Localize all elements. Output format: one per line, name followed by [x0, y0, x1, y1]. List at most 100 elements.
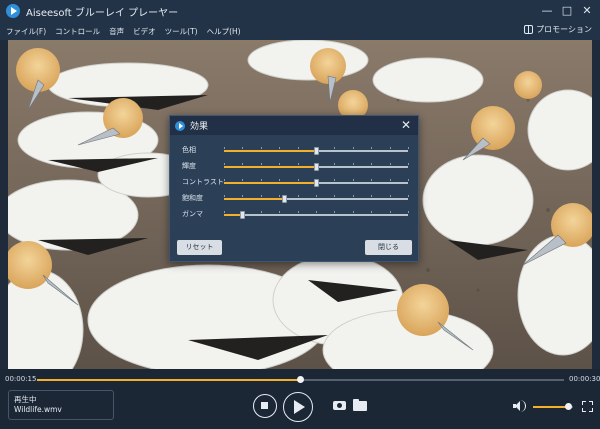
slider-tick — [242, 179, 244, 181]
slider-fill — [224, 182, 316, 184]
menu-file[interactable]: ファイル(F) — [6, 26, 46, 37]
slider-thumb[interactable] — [313, 163, 319, 171]
slider-tick — [334, 147, 336, 149]
effects-dialog-header: 効果 ✕ — [170, 116, 418, 135]
effect-sliders: 色相 輝度 コントラスト 飽和度 ガンマ — [170, 143, 418, 223]
slider-tick — [279, 163, 281, 165]
effects-dialog: 効果 ✕ 色相 輝度 コントラスト 飽和度 ガンマ リセット 閉じる — [169, 115, 419, 262]
slider-fill — [224, 150, 316, 152]
fullscreen-icon[interactable] — [582, 401, 593, 412]
slider-tick — [408, 147, 409, 149]
slider-row-gamma: ガンマ — [170, 207, 418, 223]
slider-tick — [352, 179, 354, 181]
slider-tick — [316, 195, 317, 197]
app-logo-icon — [6, 4, 20, 18]
slider-tick — [224, 163, 225, 165]
menu-video[interactable]: ビデオ — [133, 26, 156, 37]
slider-tick — [334, 195, 336, 197]
slider-tick — [224, 179, 225, 181]
maximize-button[interactable]: □ — [558, 2, 576, 20]
slider-tick — [371, 147, 373, 149]
slider-tick — [408, 211, 409, 213]
camera-icon[interactable] — [333, 401, 346, 410]
slider-tick — [371, 195, 373, 197]
slider-tick — [224, 211, 225, 213]
slider-label: ガンマ — [182, 210, 203, 218]
menu-control[interactable]: コントロール — [55, 26, 100, 37]
slider-tick — [371, 163, 373, 165]
playback-state: 再生中 — [14, 395, 37, 404]
slider-label: 飽和度 — [182, 194, 203, 202]
seek-bar[interactable] — [37, 376, 564, 383]
total-time: 00:00:30 — [569, 375, 600, 383]
slider-tick — [260, 179, 262, 181]
app-title: Aiseesoft ブルーレイ プレーヤー — [26, 7, 179, 19]
slider-tick — [242, 147, 244, 149]
slider-thumb[interactable] — [313, 147, 319, 155]
slider-label: 色相 — [182, 146, 196, 154]
slider-tick — [279, 179, 281, 181]
slider-tick — [224, 147, 225, 149]
menu-audio[interactable]: 音声 — [109, 26, 124, 37]
video-display[interactable]: 効果 ✕ 色相 輝度 コントラスト 飽和度 ガンマ リセット 閉じる — [8, 40, 592, 369]
progress-row: 00:00:15 00:00:30 — [0, 369, 600, 389]
reset-button[interactable]: リセット — [177, 240, 222, 255]
slider-fill — [224, 198, 285, 200]
slider-thumb[interactable] — [282, 195, 288, 203]
dialog-logo-icon — [175, 120, 185, 131]
slider-tick — [260, 147, 262, 149]
volume-slider-fill — [533, 406, 569, 408]
play-button[interactable] — [283, 392, 313, 422]
promo-label: プロモーション — [536, 25, 592, 34]
slider-tick — [279, 195, 281, 197]
brightness-slider[interactable] — [224, 163, 409, 171]
slider-tick — [297, 179, 299, 181]
gamma-slider[interactable] — [224, 211, 409, 219]
slider-tick — [297, 163, 299, 165]
contrast-slider[interactable] — [224, 179, 409, 187]
minimize-button[interactable]: — — [538, 2, 556, 20]
saturation-slider[interactable] — [224, 195, 409, 203]
slider-fill — [224, 166, 316, 168]
slider-tick — [279, 147, 281, 149]
slider-tick — [352, 211, 354, 213]
hue-slider[interactable] — [224, 147, 409, 155]
close-dialog-icon[interactable]: ✕ — [401, 118, 411, 132]
slider-tick — [242, 163, 244, 165]
close-button[interactable]: 閉じる — [365, 240, 412, 255]
slider-tick — [297, 147, 299, 149]
menu-bar: ファイル(F) コントロール 音声 ビデオ ツール(T) ヘルプ(H) プロモー… — [0, 22, 600, 40]
slider-tick — [389, 179, 391, 181]
promo-button[interactable]: プロモーション — [524, 24, 592, 35]
title-bar: Aiseesoft ブルーレイ プレーヤー — □ ✕ — [0, 0, 600, 22]
slider-tick — [279, 211, 281, 213]
menu-tools[interactable]: ツール(T) — [165, 26, 198, 37]
controls-bar: 再生中 Wildlife.wmv — [0, 389, 600, 429]
seek-bar-fill — [37, 379, 301, 381]
slider-tick — [352, 163, 354, 165]
slider-tick — [389, 211, 391, 213]
volume-slider-thumb[interactable] — [564, 403, 572, 410]
volume-slider[interactable] — [533, 403, 573, 410]
current-time: 00:00:15 — [5, 375, 37, 383]
stop-button[interactable] — [253, 394, 277, 418]
slider-tick — [260, 211, 262, 213]
slider-row-saturation: 飽和度 — [170, 191, 418, 207]
slider-tick — [334, 211, 336, 213]
slider-tick — [408, 179, 409, 181]
slider-tick — [316, 211, 317, 213]
slider-tick — [260, 163, 262, 165]
file-name: Wildlife.wmv — [14, 405, 62, 414]
seek-bar-thumb[interactable] — [297, 376, 304, 383]
slider-tick — [334, 179, 336, 181]
slider-label: 輝度 — [182, 162, 196, 170]
slider-tick — [352, 147, 354, 149]
slider-thumb[interactable] — [239, 211, 245, 219]
menu-help[interactable]: ヘルプ(H) — [207, 26, 241, 37]
folder-icon[interactable] — [353, 399, 367, 411]
slider-tick — [408, 195, 409, 197]
close-window-button[interactable]: ✕ — [578, 2, 596, 20]
slider-thumb[interactable] — [313, 179, 319, 187]
status-box: 再生中 Wildlife.wmv — [8, 390, 114, 420]
slider-tick — [297, 195, 299, 197]
